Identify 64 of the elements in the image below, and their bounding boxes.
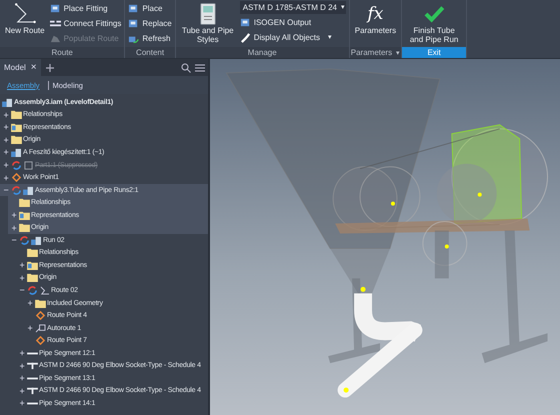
expander[interactable]: +: [26, 298, 34, 308]
part-icon: [23, 160, 34, 170]
expander[interactable]: +: [18, 272, 26, 283]
expander[interactable]: +: [2, 160, 10, 170]
ribbon-button[interactable]: Place: [128, 1, 172, 15]
folder-icon: [19, 210, 30, 220]
assembly-icon: [23, 186, 34, 195]
expander[interactable]: +: [2, 122, 10, 132]
fitting-icon: [27, 386, 38, 396]
point-icon: [35, 336, 46, 346]
ribbon-button[interactable]: Refresh: [128, 31, 172, 45]
model-tab[interactable]: Model ×: [0, 59, 41, 76]
point-icon: [11, 173, 22, 182]
folder-icon: [11, 122, 22, 132]
expander[interactable]: −: [18, 285, 26, 296]
expander[interactable]: +: [2, 134, 10, 145]
expander[interactable]: +: [18, 360, 26, 371]
component-icon: [128, 2, 140, 14]
ribbon-button[interactable]: Connect Fittings: [50, 16, 122, 30]
group-label: Route: [0, 47, 124, 58]
folder-icon: [27, 260, 38, 270]
expander[interactable]: −: [2, 185, 10, 196]
expander[interactable]: +: [18, 348, 26, 358]
polyline-icon: [39, 286, 50, 295]
expander[interactable]: +: [2, 110, 10, 120]
ribbon-button[interactable]: Replace: [128, 16, 172, 30]
search-icon[interactable]: [181, 62, 191, 72]
expander[interactable]: +: [10, 222, 18, 233]
add-icon[interactable]: [44, 62, 55, 72]
point-icon: [35, 311, 46, 320]
expander[interactable]: +: [18, 386, 26, 396]
component-icon: [240, 16, 251, 28]
ribbon-button[interactable]: Place Fitting: [50, 1, 122, 15]
group-label: Manage: [176, 47, 349, 58]
fitting-icon: [27, 361, 38, 370]
component-icon: [128, 18, 140, 28]
ribbon-button[interactable]: ISOGEN Output: [240, 15, 346, 29]
folder-icon: [35, 298, 46, 308]
expander[interactable]: +: [2, 172, 10, 183]
ribbon-button[interactable]: Finish Tube and Pipe Run: [405, 1, 464, 47]
expander[interactable]: +: [18, 373, 26, 384]
fx-icon: fx: [367, 2, 384, 26]
polyline-icon: [12, 2, 37, 26]
assembly-icon: [2, 98, 13, 107]
group-label: Exit: [402, 47, 466, 58]
expander[interactable]: +: [2, 147, 10, 158]
pipe-icon: [240, 32, 251, 42]
expander[interactable]: +: [18, 398, 26, 408]
assembly-icon: [31, 236, 42, 245]
folder-icon: [27, 248, 38, 258]
expander[interactable]: +: [18, 260, 26, 270]
folder-icon: [11, 110, 22, 120]
ribbon-button[interactable]: fx Parameters: [352, 1, 398, 47]
ribbon-button[interactable]: New Route: [3, 1, 47, 47]
group-label: Content: [125, 47, 175, 58]
folder-icon: [27, 273, 38, 282]
folder-icon: [11, 135, 22, 144]
ribbon-button[interactable]: Tube and Pipe Styles: [178, 1, 237, 47]
expander[interactable]: +: [10, 210, 18, 220]
expander[interactable]: −: [10, 235, 18, 246]
expander[interactable]: +: [26, 323, 34, 334]
assembly-icon: [11, 148, 22, 157]
component-icon: [50, 2, 61, 14]
menu-icon[interactable]: [195, 62, 205, 72]
